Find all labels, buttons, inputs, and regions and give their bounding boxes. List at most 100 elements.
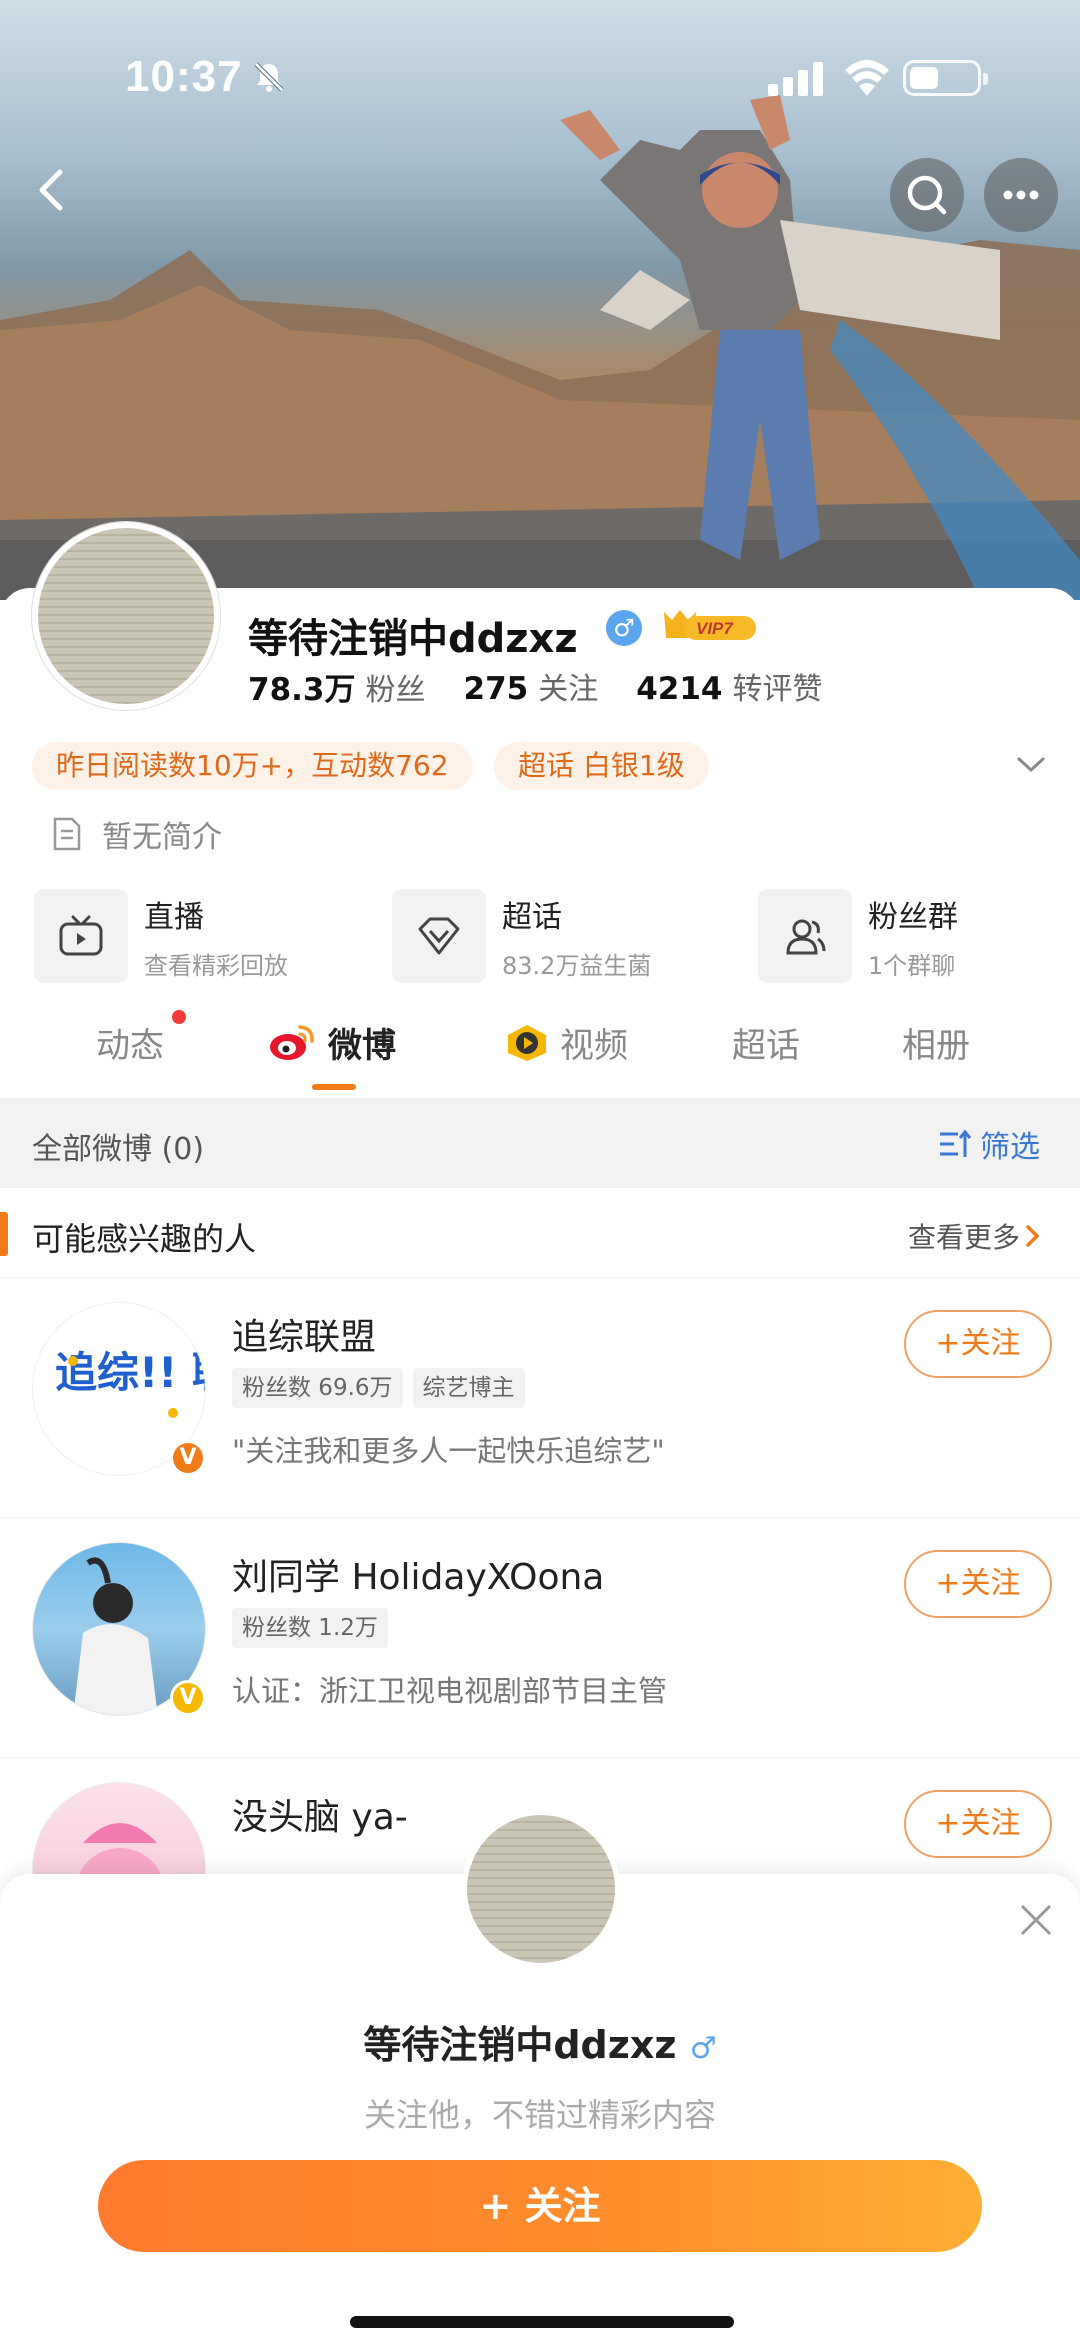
stat-engagement[interactable]: 4214 转评赞 [636,664,822,709]
vip-label: VIP7 [696,619,734,638]
follow-button[interactable]: +关注 [904,1310,1052,1378]
suggested-people-title: 可能感兴趣的人 [32,1220,257,1258]
stat-fans[interactable]: 78.3万 粉丝 [248,664,426,709]
feature-fan-group-icon-box [758,889,852,983]
battery-icon [903,60,988,96]
tab-album[interactable]: 相册 [902,1018,970,1067]
filter-button[interactable]: 筛选 [938,1122,1040,1166]
more-dots-icon [1003,190,1039,200]
stat-engagement-number: 4214 [636,671,723,707]
bio-text: 暂无简介 [102,820,222,855]
stat-fans-label: 粉丝 [365,673,426,708]
feature-live-sub: 查看精彩回放 [144,951,288,980]
feature-supertopic[interactable]: 超话 83.2万益生菌 [392,888,651,984]
male-gender-icon: ♂ [689,2031,717,2066]
active-tab-indicator [312,1084,356,1090]
chevron-down-icon[interactable] [1016,754,1046,776]
back-arrow-icon[interactable] [22,160,82,220]
profile-tabs: 动态 微博 视频 超话 相册 [0,1018,1080,1096]
reading-stats-chip[interactable]: 昨日阅读数10万+，互动数762 [32,742,473,790]
search-icon [907,175,947,215]
filter-label: 筛选 [980,1130,1040,1165]
follow-prompt-sheet: 等待注销中ddzxz ♂ 关注他，不错过精彩内容 + 关注 [0,1810,1080,2346]
supertopic-level-chip[interactable]: 超话 白银1级 [494,742,709,790]
tab-dynamic-label: 动态 [96,1026,164,1066]
close-icon[interactable] [1016,1900,1056,1940]
search-button[interactable] [890,158,964,232]
silent-bell-icon [254,62,284,92]
person-tag: 粉丝数 69.6万 [232,1368,403,1408]
person-description: "关注我和更多人一起快乐追综艺" [232,1434,665,1468]
document-icon [53,817,81,851]
filter-bar: 全部微博 (0) 筛选 [0,1098,1080,1188]
suggested-person[interactable]: V 刘同学 HolidayXOona 粉丝数 1.2万 认证：浙江卫视电视剧部节… [0,1518,1080,1758]
person-name[interactable]: 没头脑 ya- [232,1788,408,1840]
male-gender-icon: ♂ [606,610,642,646]
tv-icon [59,915,103,956]
tab-weibo[interactable]: 微博 [268,1018,396,1067]
see-more-label: 查看更多 [908,1221,1021,1254]
notification-dot [172,1010,186,1024]
sheet-username-text: 等待注销中ddzxz [363,2023,677,2067]
more-options-button[interactable] [984,158,1058,232]
person-description: 认证：浙江卫视电视剧部节目主管 [232,1674,668,1708]
sheet-avatar [462,1810,620,1968]
chevron-right-icon [1026,1225,1040,1247]
feature-supertopic-title: 超话 [502,899,562,935]
status-time: 10:37 [125,52,243,101]
weibo-logo-icon [270,1024,314,1060]
filter-sort-icon [940,1129,972,1157]
diamond-icon [418,917,460,955]
tab-supertopic-label: 超话 [732,1026,800,1066]
all-posts-count[interactable]: 全部微博 (0) [32,1124,204,1168]
feature-live-title: 直播 [144,899,204,935]
profile-bio: 暂无简介 [52,812,222,856]
feature-supertopic-icon-box [392,889,486,983]
stat-following-label: 关注 [538,672,599,707]
verified-badge-icon: V [170,1440,206,1476]
person-name[interactable]: 追综联盟 [232,1308,376,1360]
section-accent-bar [0,1212,8,1256]
person-tags: 粉丝数 1.2万 [232,1608,398,1648]
person-tag: 综艺博主 [412,1368,525,1408]
suggested-people-header: 可能感兴趣的人 查看更多 [0,1188,1080,1278]
follow-button[interactable]: +关注 [904,1550,1052,1618]
stat-engagement-label: 转评赞 [732,672,823,707]
feature-live[interactable]: 直播 查看精彩回放 [34,888,288,984]
person-tag: 粉丝数 1.2万 [232,1608,388,1648]
group-icon [786,919,826,955]
profile-avatar[interactable] [32,522,220,710]
sheet-subtitle: 关注他，不错过精彩内容 [363,2096,716,2134]
feature-live-icon-box [34,889,128,983]
tab-dynamic[interactable]: 动态 [96,1018,164,1067]
tab-video[interactable]: 视频 [504,1018,628,1067]
follow-button[interactable]: +关注 [904,1790,1052,1858]
video-play-icon [508,1024,546,1061]
profile-name: 等待注销中ddzxz [248,616,578,662]
feature-fan-group-sub: 1个群聊 [868,951,956,980]
feature-supertopic-sub: 83.2万益生菌 [502,951,652,980]
follow-main-button[interactable]: + 关注 [98,2160,982,2252]
feature-fan-group[interactable]: 粉丝群 1个群聊 [758,888,958,984]
feature-fan-group-title: 粉丝群 [868,899,958,935]
stat-fans-number: 78.3万 [248,672,356,708]
cellular-signal-icon [768,62,823,96]
verified-badge-icon: V [170,1680,206,1716]
avatar-logo-text: 追综!! 联盟 [55,1348,206,1397]
vip-badge-icon[interactable]: VIP7 [654,606,762,646]
see-more-link[interactable]: 查看更多 [908,1216,1044,1256]
tab-supertopic[interactable]: 超话 [732,1018,800,1067]
stat-following-number: 275 [463,671,529,707]
home-indicator [350,2316,734,2328]
tab-album-label: 相册 [902,1026,970,1066]
sheet-username: 等待注销中ddzxz ♂ [0,2014,1080,2069]
profile-stats: 78.3万 粉丝 275 关注 4214 转评赞 [248,664,861,709]
person-tags: 粉丝数 69.6万 综艺博主 [232,1368,535,1408]
stat-following[interactable]: 275 关注 [464,664,599,709]
suggested-person[interactable]: 追综!! 联盟 V 追综联盟 粉丝数 69.6万 综艺博主 "关注我和更多人一起… [0,1278,1080,1518]
wifi-icon [845,60,889,96]
person-name[interactable]: 刘同学 HolidayXOona [232,1548,604,1600]
tab-video-label: 视频 [560,1026,628,1066]
status-bar: 10:37 [0,0,1080,150]
tab-weibo-label: 微博 [328,1026,396,1066]
